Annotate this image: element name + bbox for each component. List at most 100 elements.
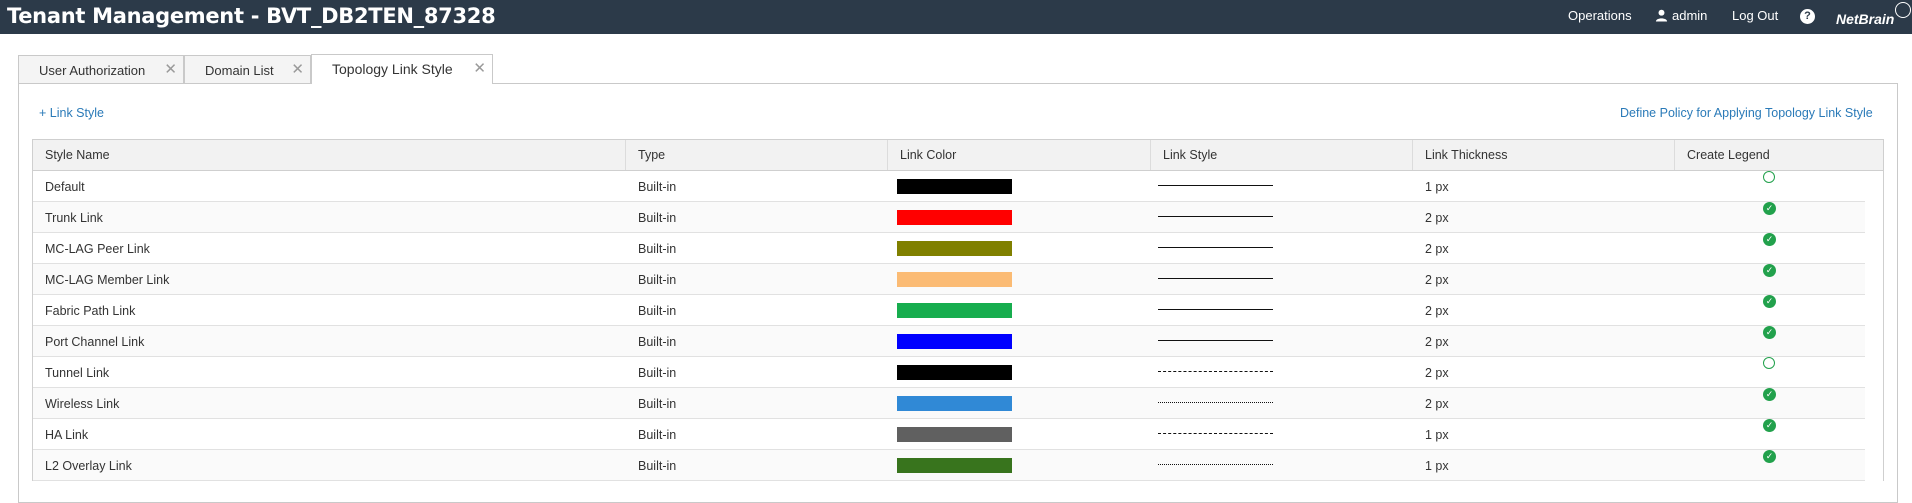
link-thickness-cell: 1 px xyxy=(1425,180,1449,194)
color-swatch xyxy=(897,365,1012,380)
tab-label: Domain List xyxy=(205,63,274,78)
link-style-table: Style Name Type Link Color Link Style Li… xyxy=(32,139,1884,481)
color-swatch xyxy=(897,179,1012,194)
help-icon[interactable]: ? xyxy=(1800,9,1815,24)
check-circle-icon[interactable]: ✓ xyxy=(1763,419,1776,432)
link-style-cell xyxy=(1151,357,1413,387)
link-thickness-cell: 1 px xyxy=(1425,428,1449,442)
link-color-cell xyxy=(888,326,1151,356)
close-icon[interactable]: ✕ xyxy=(291,60,304,78)
table-row[interactable]: MC-LAG Member Link Built-in 2 px ✓ xyxy=(33,264,1865,295)
column-header-link-color[interactable]: Link Color xyxy=(888,140,1151,170)
tab-user-authorization[interactable]: User Authorization ✕ xyxy=(18,55,184,83)
top-bar: Tenant Management - BVT_DB2TEN_87328 Ope… xyxy=(0,0,1912,34)
link-thickness-cell: 2 px xyxy=(1425,242,1449,256)
link-style-cell xyxy=(1151,264,1413,294)
create-legend-cell: ✓ xyxy=(1675,202,1867,232)
link-style-cell xyxy=(1151,388,1413,418)
check-circle-icon[interactable]: ✓ xyxy=(1763,202,1776,215)
tab-domain-list[interactable]: Domain List ✕ xyxy=(184,55,311,83)
table-row[interactable]: Port Channel Link Built-in 2 px ✓ xyxy=(33,326,1865,357)
table-row[interactable]: Wireless Link Built-in 2 px ✓ xyxy=(33,388,1865,419)
color-swatch xyxy=(897,427,1012,442)
close-icon[interactable]: ✕ xyxy=(164,60,177,78)
check-circle-icon[interactable]: ✓ xyxy=(1763,326,1776,339)
style-name-cell: HA Link xyxy=(45,428,89,442)
line-style-preview xyxy=(1158,402,1273,403)
check-circle-icon[interactable]: ✓ xyxy=(1763,388,1776,401)
column-header-type[interactable]: Type xyxy=(626,140,888,170)
link-style-cell xyxy=(1151,450,1413,480)
link-style-cell xyxy=(1151,233,1413,263)
type-cell: Built-in xyxy=(638,242,677,256)
create-legend-cell: ✓ xyxy=(1675,419,1867,449)
close-icon[interactable]: ✕ xyxy=(473,59,486,77)
table-row[interactable]: Default Built-in 1 px xyxy=(33,171,1865,202)
logo-swirl-icon xyxy=(1895,2,1911,18)
create-legend-cell: ✓ xyxy=(1675,264,1867,294)
table-row[interactable]: HA Link Built-in 1 px ✓ xyxy=(33,419,1865,450)
check-circle-icon[interactable]: ✓ xyxy=(1763,233,1776,246)
create-legend-cell: ✓ xyxy=(1675,326,1867,356)
color-swatch xyxy=(897,210,1012,225)
color-swatch xyxy=(897,303,1012,318)
user-name: admin xyxy=(1672,8,1708,23)
table-row[interactable]: Trunk Link Built-in 2 px ✓ xyxy=(33,202,1865,233)
line-style-preview xyxy=(1158,278,1273,279)
column-header-create-legend[interactable]: Create Legend xyxy=(1675,140,1885,170)
link-thickness-cell: 2 px xyxy=(1425,273,1449,287)
type-cell: Built-in xyxy=(638,397,677,411)
style-name-cell: Trunk Link xyxy=(45,211,103,225)
line-style-preview xyxy=(1158,371,1273,372)
line-style-preview xyxy=(1158,464,1273,465)
empty-circle-icon[interactable] xyxy=(1763,171,1775,183)
column-header-style-name[interactable]: Style Name xyxy=(33,140,626,170)
link-thickness-cell: 2 px xyxy=(1425,335,1449,349)
link-color-cell xyxy=(888,171,1151,201)
type-cell: Built-in xyxy=(638,180,677,194)
check-circle-icon[interactable]: ✓ xyxy=(1763,264,1776,277)
type-cell: Built-in xyxy=(638,211,677,225)
table-body: Default Built-in 1 px Trunk Link Built-in 2 p… xyxy=(33,171,1883,481)
link-color-cell xyxy=(888,202,1151,232)
style-name-cell: L2 Overlay Link xyxy=(45,459,132,473)
table-row[interactable]: Tunnel Link Built-in 2 px xyxy=(33,357,1865,388)
user-menu[interactable]: admin xyxy=(1655,8,1707,23)
table-row[interactable]: L2 Overlay Link Built-in 1 px ✓ xyxy=(33,450,1865,481)
type-cell: Built-in xyxy=(638,366,677,380)
add-link-style-button[interactable]: + Link Style xyxy=(39,106,104,120)
check-circle-icon[interactable]: ✓ xyxy=(1763,450,1776,463)
style-name-cell: Tunnel Link xyxy=(45,366,110,380)
table-row[interactable]: Fabric Path Link Built-in 2 px ✓ xyxy=(33,295,1865,326)
netbrain-logo: NetBrain xyxy=(1836,11,1895,27)
create-legend-cell xyxy=(1675,171,1867,201)
tab-topology-link-style[interactable]: Topology Link Style ✕ xyxy=(311,54,493,84)
style-name-cell: Default xyxy=(45,180,85,194)
create-legend-cell: ✓ xyxy=(1675,450,1867,480)
create-legend-cell xyxy=(1675,357,1867,387)
empty-circle-icon[interactable] xyxy=(1763,357,1775,369)
link-color-cell xyxy=(888,233,1151,263)
column-header-link-thickness[interactable]: Link Thickness xyxy=(1413,140,1675,170)
link-thickness-cell: 2 px xyxy=(1425,366,1449,380)
link-style-cell xyxy=(1151,295,1413,325)
logout-link[interactable]: Log Out xyxy=(1732,8,1778,23)
link-thickness-cell: 2 px xyxy=(1425,397,1449,411)
style-name-cell: MC-LAG Member Link xyxy=(45,273,170,287)
link-style-cell xyxy=(1151,326,1413,356)
type-cell: Built-in xyxy=(638,273,677,287)
link-thickness-cell: 2 px xyxy=(1425,304,1449,318)
type-cell: Built-in xyxy=(638,428,677,442)
column-header-link-style[interactable]: Link Style xyxy=(1151,140,1413,170)
define-policy-link[interactable]: Define Policy for Applying Topology Link… xyxy=(1620,106,1873,120)
check-circle-icon[interactable]: ✓ xyxy=(1763,295,1776,308)
table-row[interactable]: MC-LAG Peer Link Built-in 2 px ✓ xyxy=(33,233,1865,264)
link-color-cell xyxy=(888,357,1151,387)
line-style-preview xyxy=(1158,433,1273,434)
link-color-cell xyxy=(888,450,1151,480)
page-title: Tenant Management - BVT_DB2TEN_87328 xyxy=(7,4,496,28)
tab-label: Topology Link Style xyxy=(332,61,453,77)
operations-menu[interactable]: Operations xyxy=(1568,8,1632,23)
style-name-cell: Wireless Link xyxy=(45,397,120,411)
link-style-cell xyxy=(1151,171,1413,201)
